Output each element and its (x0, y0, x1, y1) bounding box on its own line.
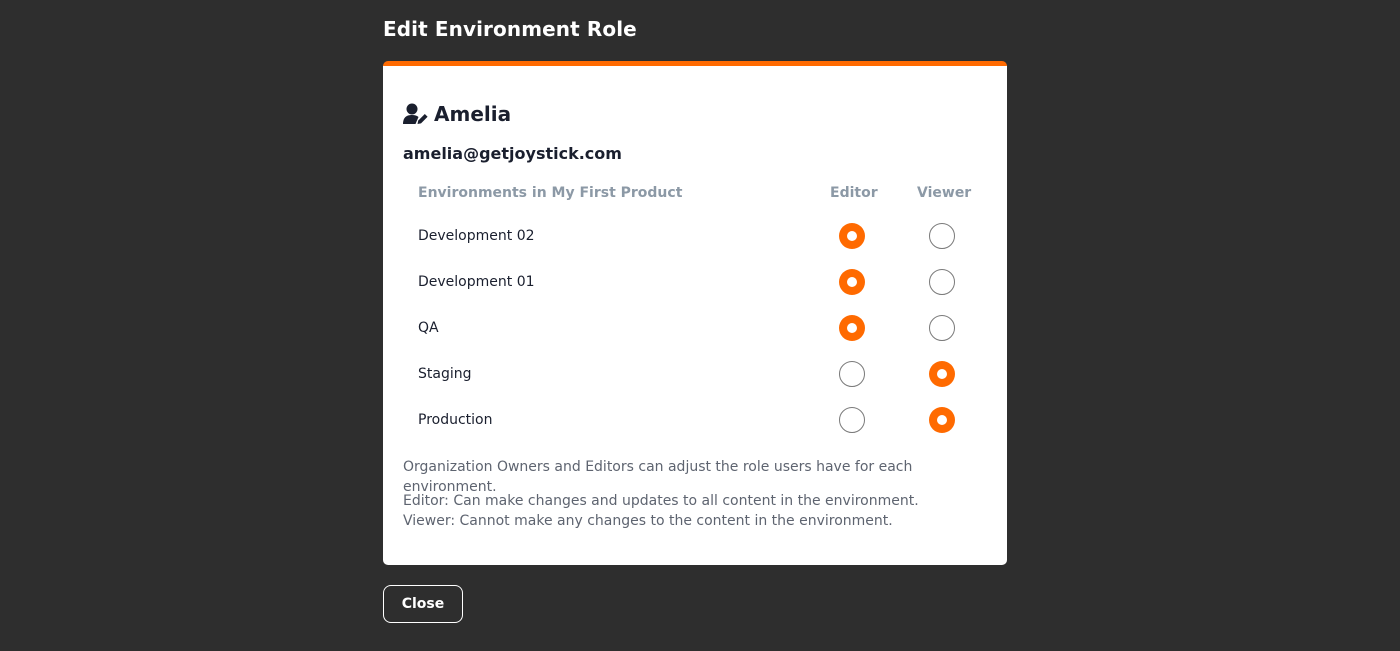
viewer-radio[interactable] (929, 407, 955, 433)
environment-row: Development 01 (383, 262, 1007, 308)
editor-description: Editor: Can make changes and updates to … (403, 493, 919, 509)
editor-radio[interactable] (839, 223, 865, 249)
viewer-radio[interactable] (929, 361, 955, 387)
viewer-description: Viewer: Cannot make any changes to the c… (403, 513, 893, 529)
environment-name: Development 01 (418, 274, 535, 290)
viewer-radio[interactable] (929, 223, 955, 249)
editor-radio[interactable] (839, 315, 865, 341)
viewer-radio[interactable] (929, 269, 955, 295)
editor-radio[interactable] (839, 269, 865, 295)
editor-radio[interactable] (839, 407, 865, 433)
environment-name: Production (418, 412, 493, 428)
edit-role-card: Amelia amelia@getjoystick.com Environmen… (383, 61, 1007, 565)
user-edit-icon (403, 103, 429, 125)
environment-row: Production (383, 400, 1007, 446)
environment-name: QA (418, 320, 439, 336)
page-title: Edit Environment Role (383, 17, 637, 41)
environments-column-header: Environments in My First Product (418, 185, 683, 201)
viewer-radio[interactable] (929, 315, 955, 341)
environment-row: Staging (383, 354, 1007, 400)
user-header: Amelia (403, 102, 511, 126)
user-name: Amelia (434, 102, 512, 126)
editor-radio[interactable] (839, 361, 865, 387)
editor-column-header: Editor (830, 185, 878, 201)
environment-row: Development 02 (383, 216, 1007, 262)
viewer-column-header: Viewer (917, 185, 972, 201)
close-button[interactable]: Close (383, 585, 463, 623)
environment-name: Staging (418, 366, 472, 382)
user-email: amelia@getjoystick.com (403, 144, 622, 163)
environment-row: QA (383, 308, 1007, 354)
environment-name: Development 02 (418, 228, 535, 244)
